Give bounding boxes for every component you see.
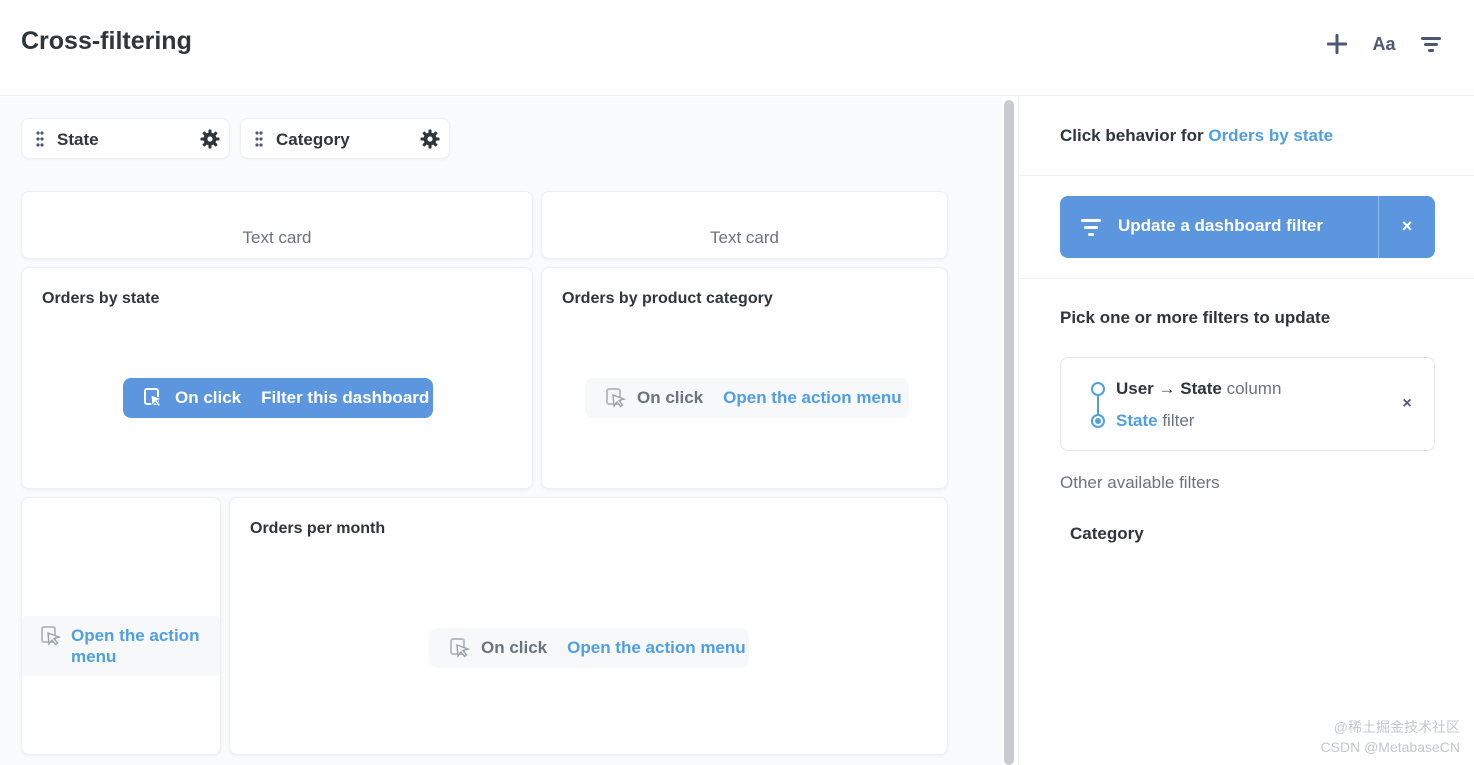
target-dot-icon — [1091, 414, 1105, 428]
click-behavior-sidebar: Click behavior for Orders by state Updat… — [1019, 97, 1474, 765]
close-icon[interactable]: × — [1396, 215, 1418, 237]
on-click-label: On click — [637, 388, 704, 407]
filter-widget-category[interactable]: Category — [240, 118, 450, 159]
text-card[interactable]: Text card — [21, 191, 533, 259]
gear-icon[interactable] — [419, 128, 441, 150]
card-title: Orders by state — [42, 290, 160, 307]
source-dot-icon — [1091, 382, 1105, 396]
click-behavior-pill[interactable]: On click Open the action menu — [429, 628, 749, 668]
watermark-line1: @稀土掘金技术社区 — [1333, 719, 1460, 735]
add-filter-button[interactable] — [1415, 28, 1447, 60]
filter-icon — [1081, 219, 1101, 236]
click-behavior-pill[interactable]: Open the action menu — [22, 616, 220, 676]
cursor-click-icon — [40, 625, 62, 647]
heading-card-link[interactable]: Orders by state — [1208, 126, 1333, 145]
font-icon: Aa — [1372, 33, 1396, 54]
button-divider — [1378, 196, 1379, 258]
dashboard-title: Cross-filtering — [21, 27, 192, 55]
action-label: Filter this dashboard — [261, 388, 430, 407]
card-title: Orders per month — [250, 520, 386, 537]
card-title: Orders by product category — [562, 290, 773, 307]
connector-line — [1097, 396, 1099, 414]
source-column: State — [1180, 379, 1222, 398]
grip-icon[interactable] — [255, 131, 263, 147]
target-filter: State — [1116, 411, 1158, 430]
watermark: @稀土掘金技术社区 CSDN @MetabaseCN — [1321, 717, 1460, 757]
source-table: User — [1116, 379, 1154, 398]
text-card-label: Text card — [242, 228, 312, 247]
pick-filters-heading: Pick one or more filters to update — [1060, 308, 1331, 327]
action-label: Open the action menu — [567, 638, 746, 657]
text-card-label: Text card — [710, 228, 779, 247]
close-icon[interactable]: × — [1397, 394, 1417, 414]
action-label: Open the action menu — [71, 626, 200, 666]
dashboard-header: Cross-filtering Aa — [0, 0, 1474, 96]
card-orders-by-category[interactable]: Orders by product category On click Open… — [541, 267, 948, 489]
separator — [1019, 175, 1474, 176]
click-behavior-pill[interactable]: On click Open the action menu — [585, 378, 909, 418]
heading-prefix: Click behavior for — [1060, 126, 1204, 145]
plus-icon — [1327, 34, 1347, 54]
update-button-label: Update a dashboard filter — [1118, 216, 1323, 235]
sidebar-heading: Click behavior for Orders by state — [1060, 126, 1333, 146]
filter-label: State — [57, 130, 99, 149]
target-suffix: filter — [1162, 411, 1195, 430]
add-card-button[interactable] — [1321, 28, 1353, 60]
source-suffix: column — [1226, 379, 1282, 398]
card-orders-per-month[interactable]: Orders per month On click Open the actio… — [229, 497, 948, 755]
click-behavior-pill[interactable]: On click Filter this dashboard — [123, 378, 433, 418]
font-button[interactable]: Aa — [1368, 28, 1400, 60]
other-filters-label: Other available filters — [1060, 473, 1220, 492]
separator — [1019, 278, 1474, 279]
watermark-line2: CSDN @MetabaseCN — [1320, 739, 1460, 755]
filter-mapping-item[interactable]: User → State column State filter × — [1060, 357, 1435, 451]
arrow-icon: → — [1158, 379, 1176, 398]
cursor-click-icon — [605, 387, 627, 409]
update-dashboard-filter-button[interactable]: Update a dashboard filter × — [1060, 196, 1435, 258]
on-click-label: On click — [175, 388, 242, 407]
other-filter-item-category[interactable]: Category — [1070, 524, 1144, 544]
text-card[interactable]: Text card — [541, 191, 948, 259]
filter-label: Category — [276, 130, 350, 149]
gear-icon[interactable] — [199, 128, 221, 150]
filter-widget-state[interactable]: State — [21, 118, 230, 159]
cursor-click-icon — [143, 387, 165, 409]
card-orders-by-state[interactable]: Orders by state On click Filter this das… — [21, 267, 533, 489]
on-click-label: On click — [481, 638, 548, 657]
mapping-source: User → State column — [1116, 379, 1281, 399]
filter-icon — [1421, 37, 1441, 52]
canvas-scrollbar[interactable] — [1004, 100, 1014, 765]
cursor-click-icon — [449, 637, 471, 659]
mapping-target: State filter — [1116, 411, 1194, 431]
action-label: Open the action menu — [723, 388, 902, 407]
grip-icon[interactable] — [36, 131, 44, 147]
